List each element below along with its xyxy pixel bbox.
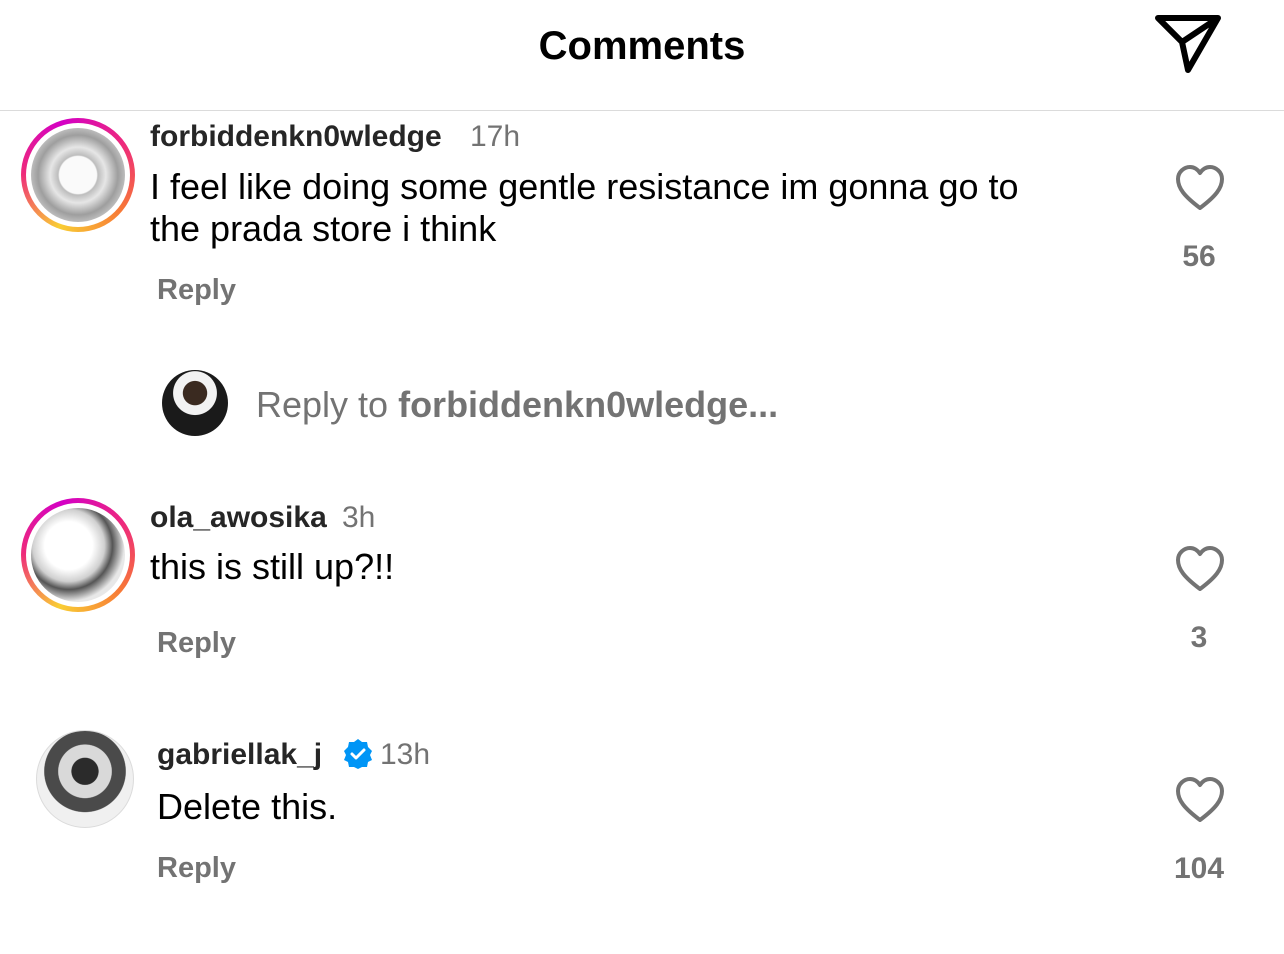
reply-to-prefix: Reply to xyxy=(256,384,399,425)
like-count: 3 xyxy=(1190,621,1208,654)
page-title: Comments xyxy=(538,24,746,68)
comment-timestamp: 13h xyxy=(380,738,431,771)
heart-icon[interactable] xyxy=(1174,776,1226,824)
verified-badge-icon xyxy=(344,739,372,769)
comment-text: I feel like doing some gentle resistance… xyxy=(150,166,1019,207)
current-user-avatar xyxy=(162,370,228,436)
send-icon[interactable] xyxy=(1152,12,1224,76)
heart-icon[interactable] xyxy=(1174,164,1226,212)
reply-button[interactable]: Reply xyxy=(157,852,236,885)
comment-text: this is still up?!! xyxy=(150,546,395,587)
avatar-forbiddenkn0wledge[interactable] xyxy=(21,118,135,232)
comment-timestamp: 3h xyxy=(342,501,376,534)
comments-header: Comments xyxy=(0,0,1284,111)
comment-username[interactable]: forbiddenkn0wledge xyxy=(150,120,442,154)
comment-username[interactable]: ola_awosika xyxy=(150,501,327,535)
comment-username[interactable]: gabriellak_j xyxy=(157,738,322,772)
avatar-ola_awosika[interactable] xyxy=(21,498,135,612)
like-count: 56 xyxy=(1182,240,1216,273)
comment-text: the prada store i think xyxy=(150,208,497,249)
comment-text: Delete this. xyxy=(157,786,338,827)
reply-button[interactable]: Reply xyxy=(157,274,236,307)
like-count: 104 xyxy=(1173,852,1225,885)
reply-to-input[interactable]: Reply to forbiddenkn0wledge... xyxy=(256,384,778,426)
comment-timestamp: 17h xyxy=(470,120,521,153)
avatar-gabriellak_j[interactable] xyxy=(36,730,134,828)
reply-button[interactable]: Reply xyxy=(157,627,236,660)
reply-to-target: forbiddenkn0wledge... xyxy=(398,384,779,425)
heart-icon[interactable] xyxy=(1174,545,1226,593)
